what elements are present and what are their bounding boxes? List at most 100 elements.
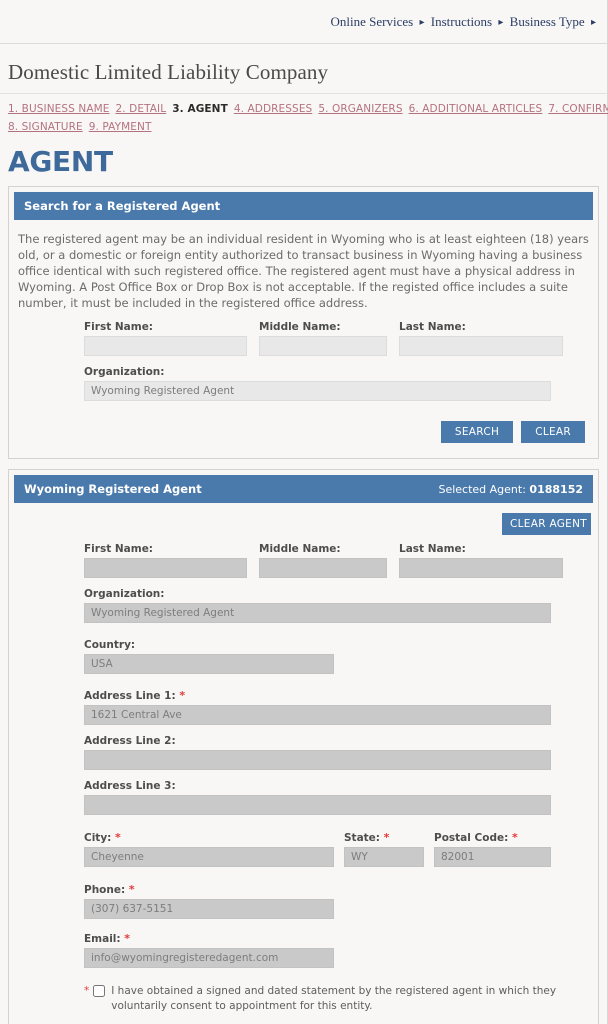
search-agent-panel: Search for a Registered Agent The regist… [8,186,599,459]
search-organization-label: Organization: [84,366,165,378]
agent-address2-input [84,750,551,770]
step-link-addresses[interactable]: 4. ADDRESSES [234,103,312,115]
search-name-row: First Name: Middle Name: Last Name: [84,321,581,366]
search-panel-title: Search for a Registered Agent [24,199,221,213]
page-title: Domestic Limited Liability Company [8,60,329,84]
agent-middle-name-input [259,558,387,578]
agent-state-input: WY [344,847,424,867]
breadcrumb: Online Services ▸ Instructions ▸ Busines… [331,14,599,30]
agent-last-name-input [399,558,563,578]
agent-city-input: Cheyenne [84,847,334,867]
selected-agent-status: Selected Agent: 0188152 [438,483,583,496]
agent-detail-form: First Name: Middle Name: Last Name: Orga… [16,543,591,982]
agent-email-field: Email: * info@wyomingregisteredagent.com [84,932,334,968]
agent-middle-name-field: Middle Name: [259,543,387,578]
clear-agent-row: CLEAR AGENT [16,509,591,543]
agent-email-label: Email: * [84,932,131,945]
required-asterisk: * [128,883,135,896]
search-middle-name-label: Middle Name: [259,321,341,333]
breadcrumb-item-instructions[interactable]: Instructions [431,14,492,29]
agent-first-name-label: First Name: [84,543,154,555]
search-panel-body: The registered agent may be an individua… [14,220,593,453]
agent-first-name-field: First Name: [84,543,247,578]
selected-agent-id: 0188152 [529,482,583,496]
agent-first-name-input [84,558,247,578]
breadcrumb-item-online-services[interactable]: Online Services [331,14,414,29]
step-link-organizers[interactable]: 5. ORGANIZERS [318,103,402,115]
agent-address3-field: Address Line 3: [84,780,551,815]
agent-phone-field: Phone: * (307) 637-5151 [84,883,334,919]
agent-postal-code-label: Postal Code: * [434,831,518,844]
agent-organization-field: Organization: Wyoming Registered Agent [84,588,551,623]
agent-country-label: Country: [84,639,136,651]
agent-country-field: Country: USA [84,639,334,674]
agent-address2-field: Address Line 2: [84,735,551,770]
search-middle-name-input[interactable] [259,336,387,356]
agent-address1-field: Address Line 1: * 1621 Central Ave [84,689,551,725]
agent-last-name-field: Last Name: [399,543,563,578]
agent-city-state-zip-row: City: * Cheyenne State: * WY Postal Code… [84,831,581,877]
agent-city-label: City: * [84,831,121,844]
search-first-name-field: First Name: [84,321,247,356]
clear-agent-button[interactable]: CLEAR AGENT [502,513,591,535]
agent-address3-input [84,795,551,815]
chevron-right-icon: ▸ [419,16,425,28]
top-bar: Online Services ▸ Instructions ▸ Busines… [0,0,607,44]
agent-phone-input: (307) 637-5151 [84,899,334,919]
search-last-name-field: Last Name: [399,321,563,356]
search-button-row: SEARCH CLEAR [16,415,591,449]
agent-postal-code-field: Postal Code: * 82001 [434,831,551,867]
agent-panel-body: CLEAR AGENT First Name: Middle Name: Las… [14,503,593,1024]
agent-requirements-text: The registered agent may be an individua… [18,232,589,310]
required-asterisk: * [383,831,390,844]
search-button[interactable]: SEARCH [440,421,514,443]
search-first-name-input[interactable] [84,336,247,356]
page-root: Online Services ▸ Instructions ▸ Busines… [0,0,608,1024]
step-link-payment[interactable]: 9. PAYMENT [89,121,152,133]
agent-middle-name-label: Middle Name: [259,543,341,555]
search-last-name-label: Last Name: [399,321,466,333]
agent-address1-label: Address Line 1: * [84,689,186,702]
consent-label: I have obtained a signed and dated state… [111,985,557,1012]
consent-checkbox[interactable] [93,985,106,997]
clear-button[interactable]: CLEAR [521,421,585,443]
required-asterisk: * [115,831,121,844]
required-asterisk: * [84,985,90,997]
agent-name-row: First Name: Middle Name: Last Name: [84,543,581,588]
search-organization-field: Organization: Wyoming Registered Agent [84,366,551,401]
agent-organization-input: Wyoming Registered Agent [84,603,551,623]
step-link-business-name[interactable]: 1. BUSINESS NAME [8,103,110,115]
search-last-name-input[interactable] [399,336,563,356]
title-section: Domestic Limited Liability Company [0,44,607,94]
agent-postal-code-input: 82001 [434,847,551,867]
registered-agent-panel: Wyoming Registered Agent Selected Agent:… [8,469,599,1024]
search-panel-header: Search for a Registered Agent [14,192,593,220]
search-middle-name-field: Middle Name: [259,321,387,356]
step-link-additional-articles[interactable]: 6. ADDITIONAL ARTICLES [409,103,543,115]
section-heading-agent: AGENT [8,145,113,178]
agent-state-label: State: * [344,831,390,844]
agent-city-field: City: * Cheyenne [84,831,334,867]
agent-phone-label: Phone: * [84,883,135,896]
selected-agent-label: Selected Agent: [438,482,526,496]
agent-panel-header: Wyoming Registered Agent Selected Agent:… [14,475,593,503]
step-link-confirmation[interactable]: 7. CONFIRMATION [548,103,608,115]
required-asterisk: * [511,831,518,844]
search-first-name-label: First Name: [84,321,154,333]
search-organization-input[interactable]: Wyoming Registered Agent [84,381,551,401]
agent-country-input: USA [84,654,334,674]
consent-row: * I have obtained a signed and dated sta… [16,982,591,1022]
agent-address1-input: 1621 Central Ave [84,705,551,725]
agent-organization-label: Organization: [84,588,165,600]
agent-address2-label: Address Line 2: [84,735,176,747]
breadcrumb-item-business-type[interactable]: Business Type [510,14,585,29]
agent-email-input: info@wyomingregisteredagent.com [84,948,334,968]
required-asterisk: * [179,689,186,702]
chevron-right-icon: ▸ [498,16,504,28]
agent-last-name-label: Last Name: [399,543,466,555]
step-link-signature[interactable]: 8. SIGNATURE [8,121,83,133]
agent-state-field: State: * WY [344,831,424,867]
step-navigation: 1. BUSINESS NAME 2. DETAIL 3. AGENT 4. ADDR… [0,94,608,139]
step-link-detail[interactable]: 2. DETAIL [116,103,167,115]
search-form: First Name: Middle Name: Last Name: Orga… [16,321,591,415]
